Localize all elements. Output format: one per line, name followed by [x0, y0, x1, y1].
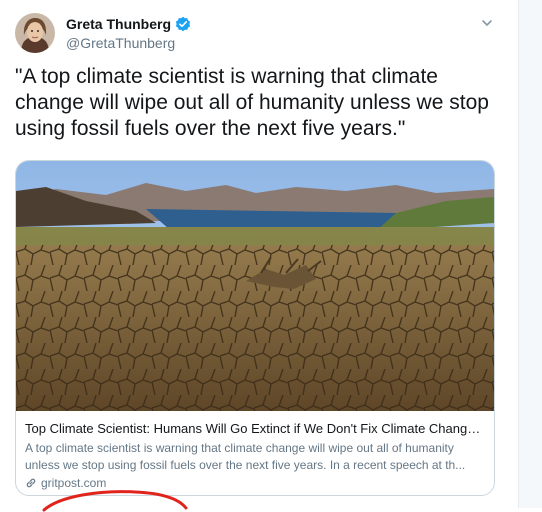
display-name[interactable]: Greta Thunberg [66, 16, 171, 32]
author-name-row[interactable]: Greta Thunberg [66, 16, 191, 32]
link-preview-card[interactable]: Top Climate Scientist: Humans Will Go Ex… [15, 160, 495, 496]
card-body[interactable]: Top Climate Scientist: Humans Will Go Ex… [25, 420, 487, 490]
avatar[interactable] [15, 13, 55, 53]
handle[interactable]: @GretaThunberg [66, 35, 175, 51]
chevron-down-icon[interactable] [480, 16, 494, 30]
card-description: A top climate scientist is warning that … [25, 441, 466, 472]
card-title[interactable]: Top Climate Scientist: Humans Will Go Ex… [25, 420, 487, 437]
timeline-edge [519, 0, 542, 508]
card-image[interactable] [16, 161, 494, 411]
tweet-card: Greta Thunberg @GretaThunberg "A top cli… [0, 0, 519, 512]
verified-badge-icon [175, 16, 191, 32]
link-icon [25, 477, 37, 489]
tweet-text: "A top climate scientist is warning that… [15, 65, 489, 140]
